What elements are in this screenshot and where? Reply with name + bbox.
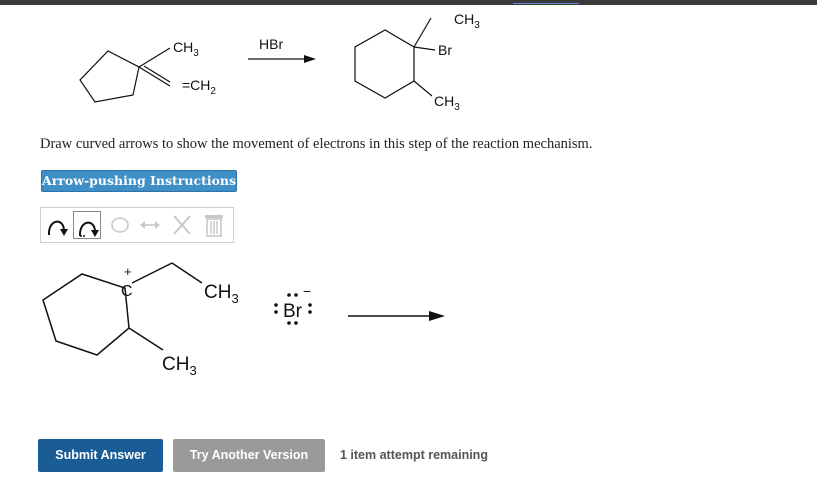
reagent-label: HBr [259, 36, 283, 52]
carbocation-ring [42, 273, 130, 356]
product-br: Br [438, 42, 452, 58]
arrow-pushing-instructions-button[interactable]: Arrow-pushing Instructions [41, 170, 237, 192]
bromide-ion[interactable]: Br [283, 301, 303, 322]
bromide-charge: − [303, 283, 311, 299]
svg-text:CH3: CH3 [454, 11, 480, 31]
single-electron-arrow-icon[interactable] [73, 211, 101, 239]
trash-icon[interactable] [201, 211, 227, 239]
svg-text:=CH2: =CH2 [182, 77, 216, 97]
product-ch3-bottom: CH [434, 93, 454, 109]
resonance-arrow-icon[interactable] [137, 211, 163, 239]
attempts-remaining: 1 item attempt remaining [340, 448, 488, 462]
try-another-version-button[interactable]: Try Another Version [173, 439, 325, 472]
mechanism-ch3-bottom: CH [162, 354, 189, 375]
drawing-toolbar [40, 207, 234, 243]
lasso-icon[interactable] [107, 211, 133, 239]
mechanism-canvas[interactable]: C + CH3 CH3 Br − [0, 255, 817, 405]
carbocation-carbon: C [121, 283, 133, 300]
mechanism-ch3-right: CH [204, 282, 231, 303]
submit-answer-button[interactable]: Submit Answer [38, 439, 163, 472]
reactant-ch2: =CH [182, 77, 210, 93]
carbocation-charge: + [124, 264, 132, 279]
question-text: Draw curved arrows to show the movement … [40, 136, 593, 152]
delete-icon[interactable] [169, 211, 195, 239]
cyclopentane-ring [79, 50, 140, 103]
reaction-scheme: CH3 =CH2 HBr CH3 Br CH3 [79, 11, 480, 113]
curved-arrow-icon[interactable] [44, 211, 70, 239]
cyclohexane-ring [354, 29, 415, 99]
svg-text:CH3: CH3 [434, 93, 460, 113]
svg-text:CH3: CH3 [173, 39, 199, 59]
product-ch3-top: CH [454, 11, 474, 27]
reactant-ch3: CH [173, 39, 193, 55]
svg-text:CH3: CH3 [204, 282, 239, 306]
svg-text:CH3: CH3 [162, 354, 197, 378]
